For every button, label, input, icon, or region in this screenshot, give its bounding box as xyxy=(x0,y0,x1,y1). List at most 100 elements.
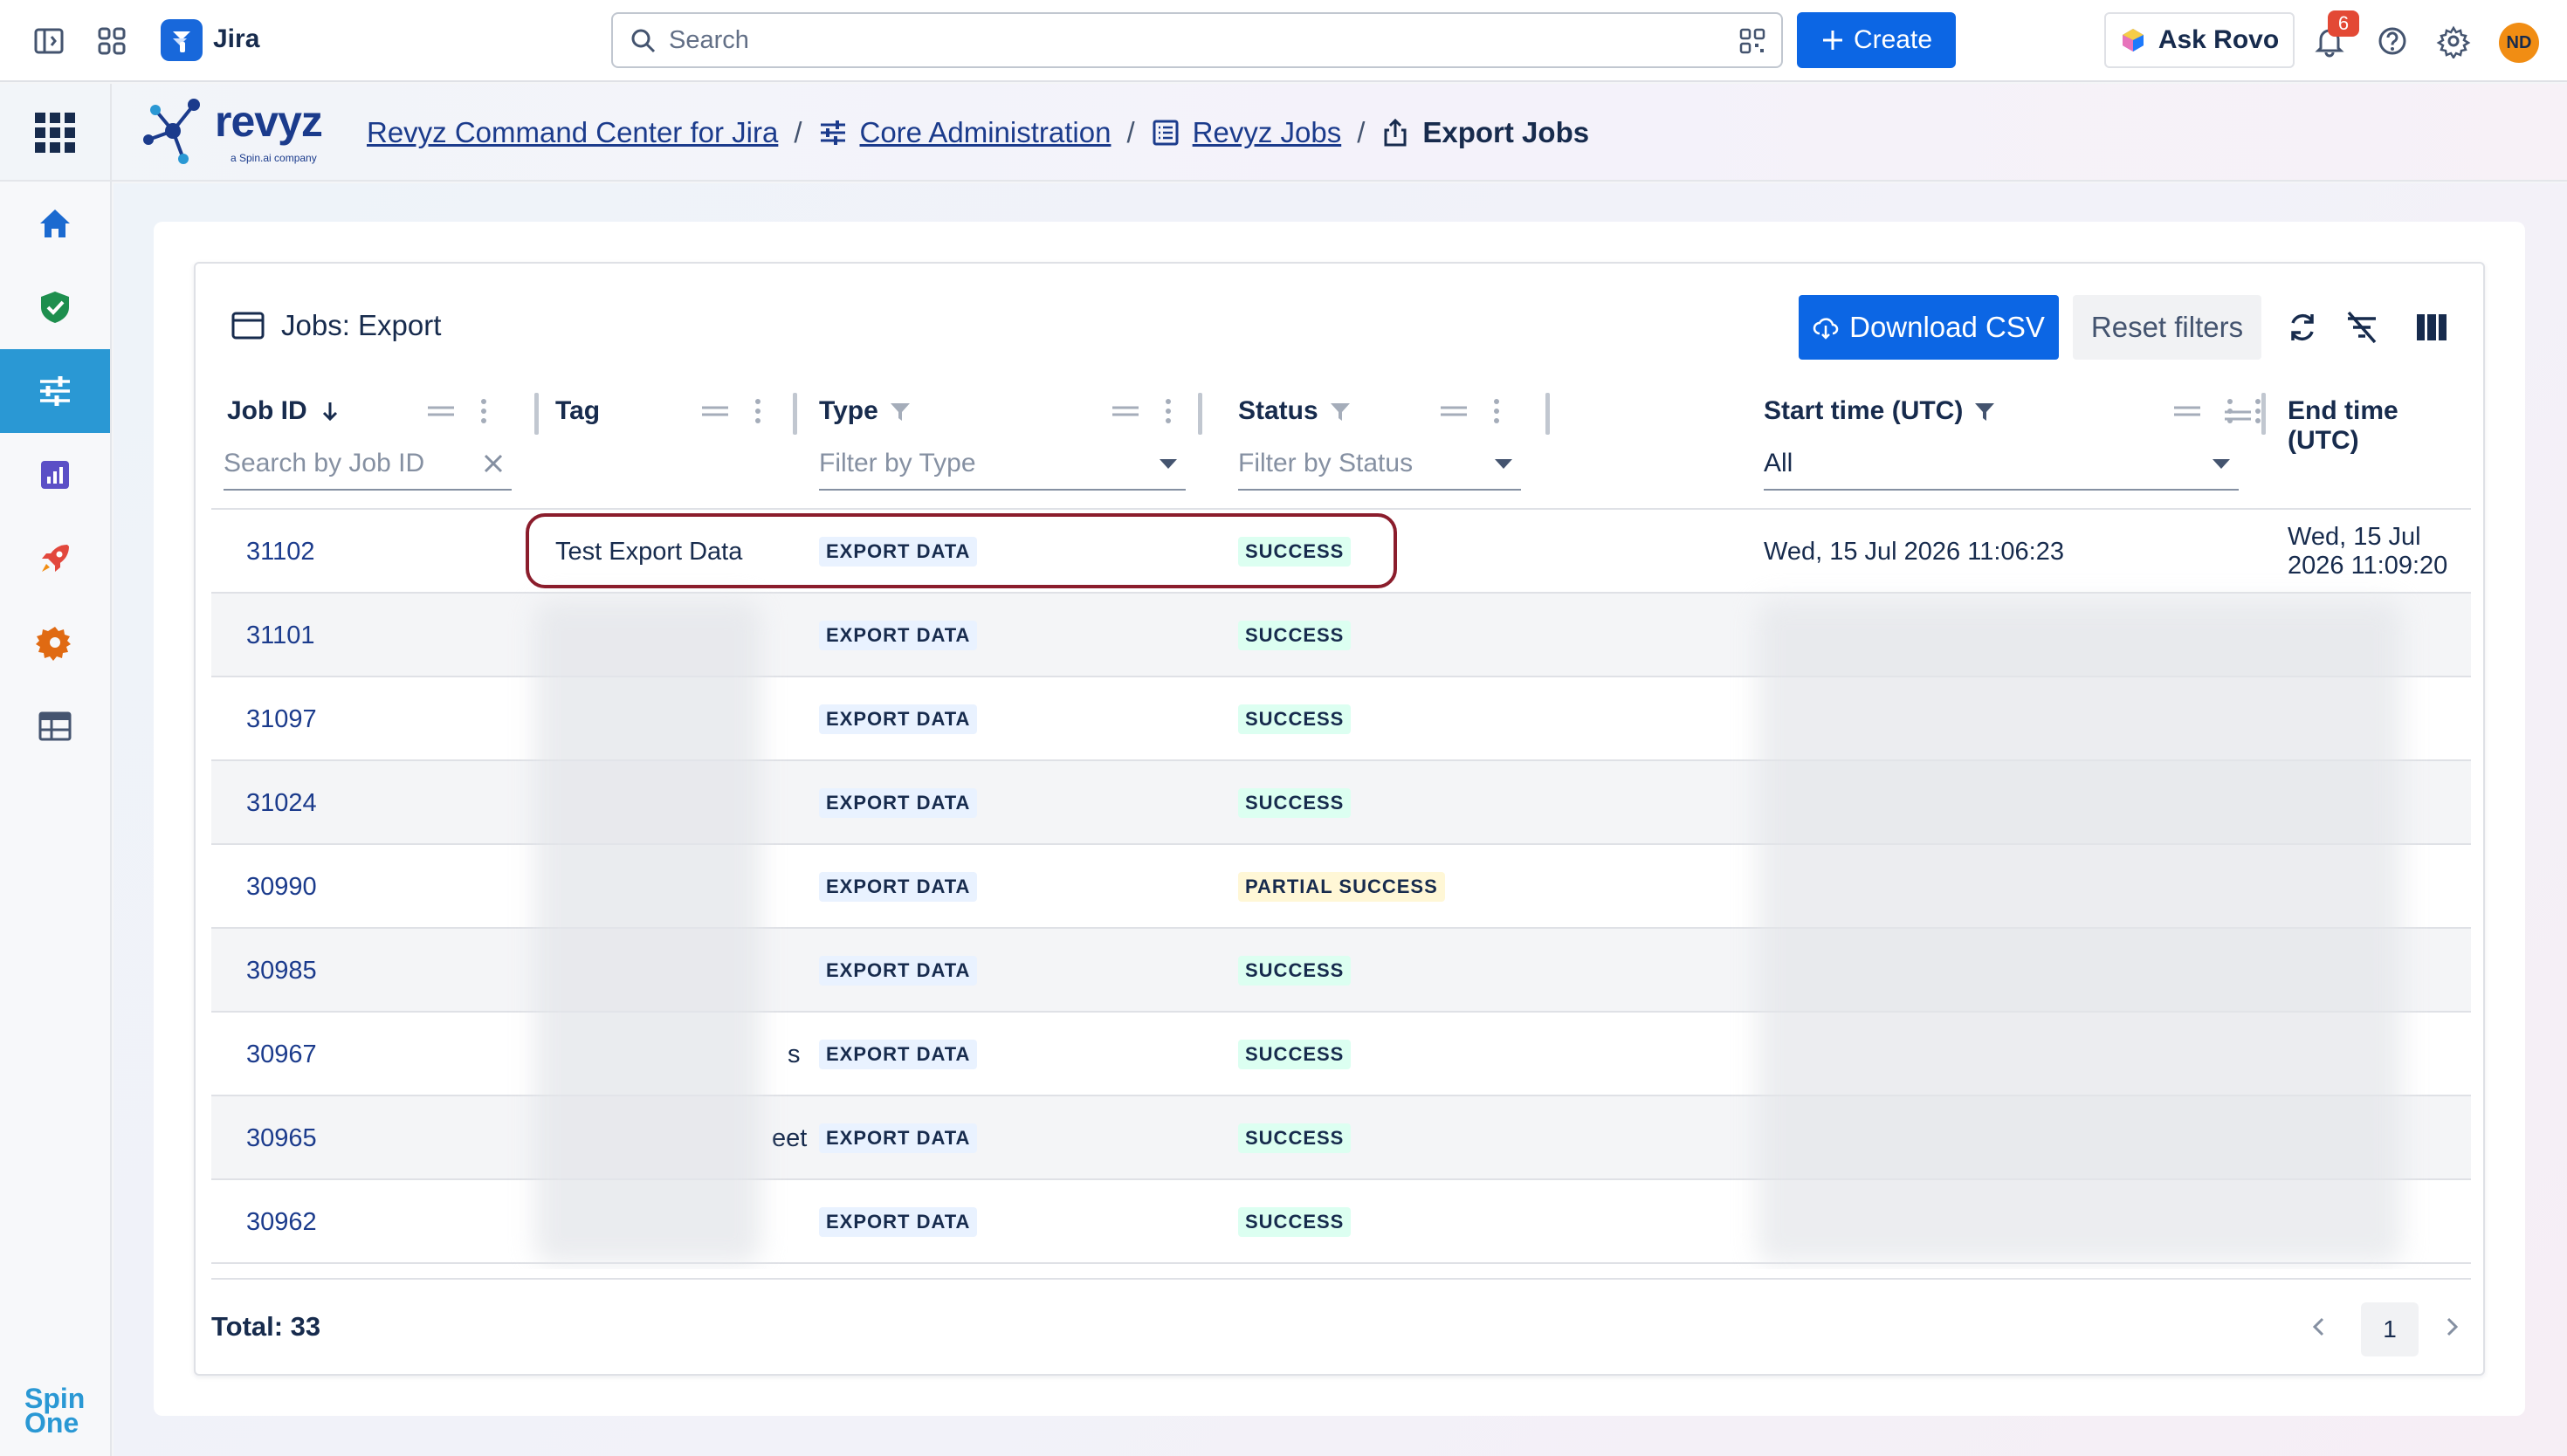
chevron-left-icon[interactable] xyxy=(2307,1315,2331,1339)
side-navigation: Spin One xyxy=(0,182,112,1456)
chevron-down-icon xyxy=(1160,459,1177,469)
drag-handle-icon[interactable] xyxy=(2174,402,2200,420)
job-id-link[interactable]: 31024 xyxy=(246,761,317,845)
drag-handle-icon[interactable] xyxy=(428,402,454,420)
column-resize-handle[interactable] xyxy=(1545,393,1550,435)
type-filter-select[interactable] xyxy=(819,438,1186,491)
job-id-link[interactable]: 31097 xyxy=(246,677,317,761)
jira-app-name[interactable]: Jira xyxy=(213,24,259,54)
status-cell: SUCCESS xyxy=(1238,677,1352,761)
app-grid-button[interactable] xyxy=(0,84,112,182)
app-switcher-icon[interactable] xyxy=(94,24,129,58)
type-cell: EXPORT DATA xyxy=(819,1180,978,1264)
status-filter-input[interactable] xyxy=(1238,449,1521,478)
nav-home[interactable] xyxy=(0,182,110,265)
status-cell: SUCCESS xyxy=(1238,761,1352,845)
job-id-search-input[interactable] xyxy=(224,449,512,478)
job-id-filter[interactable] xyxy=(224,438,512,491)
filter-funnel-icon[interactable] xyxy=(1973,400,1996,422)
breadcrumb-revyz-jobs[interactable]: Revyz Jobs xyxy=(1193,116,1342,149)
global-search[interactable] xyxy=(611,12,1783,68)
column-header-job-id[interactable]: Job ID xyxy=(227,396,342,426)
job-id-link[interactable]: 30985 xyxy=(246,929,317,1013)
sidebar-toggle-icon[interactable] xyxy=(31,24,66,58)
kebab-menu-icon[interactable] xyxy=(1165,398,1172,424)
type-lozenge: EXPORT DATA xyxy=(819,956,978,986)
column-label: Status xyxy=(1238,396,1318,425)
column-header-start-time[interactable]: Start time (UTC) xyxy=(1764,396,1996,426)
kebab-menu-icon[interactable] xyxy=(1493,398,1500,424)
column-header-tag[interactable]: Tag xyxy=(555,396,600,426)
qr-scan-icon[interactable] xyxy=(1738,26,1767,56)
export-share-icon xyxy=(1384,118,1407,147)
settings-gear-icon[interactable] xyxy=(2436,24,2471,58)
sort-descending-icon[interactable] xyxy=(318,399,342,423)
pagination-page[interactable]: 1 xyxy=(2361,1302,2419,1356)
job-id-link[interactable]: 30962 xyxy=(246,1180,317,1264)
job-id-link[interactable]: 30965 xyxy=(246,1096,317,1180)
kebab-menu-icon[interactable] xyxy=(754,398,761,424)
search-input[interactable] xyxy=(669,23,1699,58)
tag-cell: s xyxy=(788,1040,801,1068)
start-time-filter-value: All xyxy=(1764,449,1793,477)
create-button[interactable]: Create xyxy=(1797,12,1956,68)
drag-handle-icon[interactable] xyxy=(702,402,728,420)
nav-tables[interactable] xyxy=(0,684,110,768)
download-csv-button[interactable]: Download CSV xyxy=(1799,295,2059,360)
table-icon xyxy=(38,711,72,741)
column-resize-handle[interactable] xyxy=(2261,393,2266,435)
column-resize-handle[interactable] xyxy=(534,393,539,435)
job-id-link[interactable]: 31101 xyxy=(246,594,315,677)
spin-one-logo[interactable]: Spin One xyxy=(24,1384,94,1437)
column-header-end-time[interactable]: End time (UTC) xyxy=(2288,396,2471,456)
column-header-type[interactable]: Type xyxy=(819,396,912,426)
column-header-status[interactable]: Status xyxy=(1238,396,1352,426)
tag-cell: eet xyxy=(772,1123,808,1152)
help-icon[interactable] xyxy=(2375,24,2410,58)
type-filter-input[interactable] xyxy=(819,449,1186,478)
shield-check-icon xyxy=(41,292,69,323)
filter-funnel-icon[interactable] xyxy=(889,400,912,422)
table-row[interactable]: 31102 Test Export Data EXPORT DATA SUCCE… xyxy=(211,510,2471,594)
clear-filter-icon[interactable] xyxy=(2343,309,2380,346)
job-id-link[interactable]: 30990 xyxy=(246,845,317,929)
user-avatar[interactable]: ND xyxy=(2499,23,2539,63)
status-cell: SUCCESS xyxy=(1238,1096,1352,1180)
status-filter-select[interactable] xyxy=(1238,438,1521,491)
type-lozenge: EXPORT DATA xyxy=(819,1040,978,1069)
column-resize-handle[interactable] xyxy=(1198,393,1202,435)
close-icon[interactable] xyxy=(480,450,506,477)
status-badge: SUCCESS xyxy=(1238,1040,1352,1069)
job-id-link[interactable]: 31102 xyxy=(246,510,315,594)
filter-funnel-icon[interactable] xyxy=(1329,400,1352,422)
column-label: Start time (UTC) xyxy=(1764,396,1964,425)
redacted-region xyxy=(534,601,761,1264)
ask-rovo-button[interactable]: Ask Rovo xyxy=(2104,12,2295,68)
job-id-link[interactable]: 30967 xyxy=(246,1013,317,1096)
start-time-cell: Wed, 15 Jul 2026 11:06:23 xyxy=(1764,537,2064,566)
nav-settings[interactable] xyxy=(0,601,110,684)
drag-handle-icon[interactable] xyxy=(1112,402,1139,420)
nav-deployments[interactable] xyxy=(0,517,110,601)
columns-icon[interactable] xyxy=(2413,309,2450,346)
reset-filters-button[interactable]: Reset filters xyxy=(2073,295,2261,360)
status-cell: SUCCESS xyxy=(1238,1013,1352,1096)
start-time-filter-select[interactable]: All xyxy=(1764,438,2239,491)
drag-handle-icon[interactable] xyxy=(2225,407,2251,424)
nav-reports[interactable] xyxy=(0,433,110,517)
chevron-right-icon[interactable] xyxy=(2440,1315,2464,1339)
nav-administration[interactable] xyxy=(0,349,110,433)
kebab-menu-icon[interactable] xyxy=(480,398,487,424)
drag-handle-icon[interactable] xyxy=(1441,402,1467,420)
column-resize-handle[interactable] xyxy=(793,393,797,435)
column-type: Type xyxy=(819,381,1221,510)
breadcrumb-core-administration[interactable]: Core Administration xyxy=(860,116,1111,149)
table-header: Job ID Tag xyxy=(211,381,2471,510)
type-cell: EXPORT DATA xyxy=(819,929,978,1013)
jira-logo-icon[interactable] xyxy=(161,19,203,61)
nav-protection[interactable] xyxy=(0,265,110,349)
status-cell: SUCCESS xyxy=(1238,929,1352,1013)
refresh-icon[interactable] xyxy=(2284,309,2321,346)
breadcrumb-command-center[interactable]: Revyz Command Center for Jira xyxy=(367,116,778,149)
kebab-menu-icon[interactable] xyxy=(2254,398,2261,424)
